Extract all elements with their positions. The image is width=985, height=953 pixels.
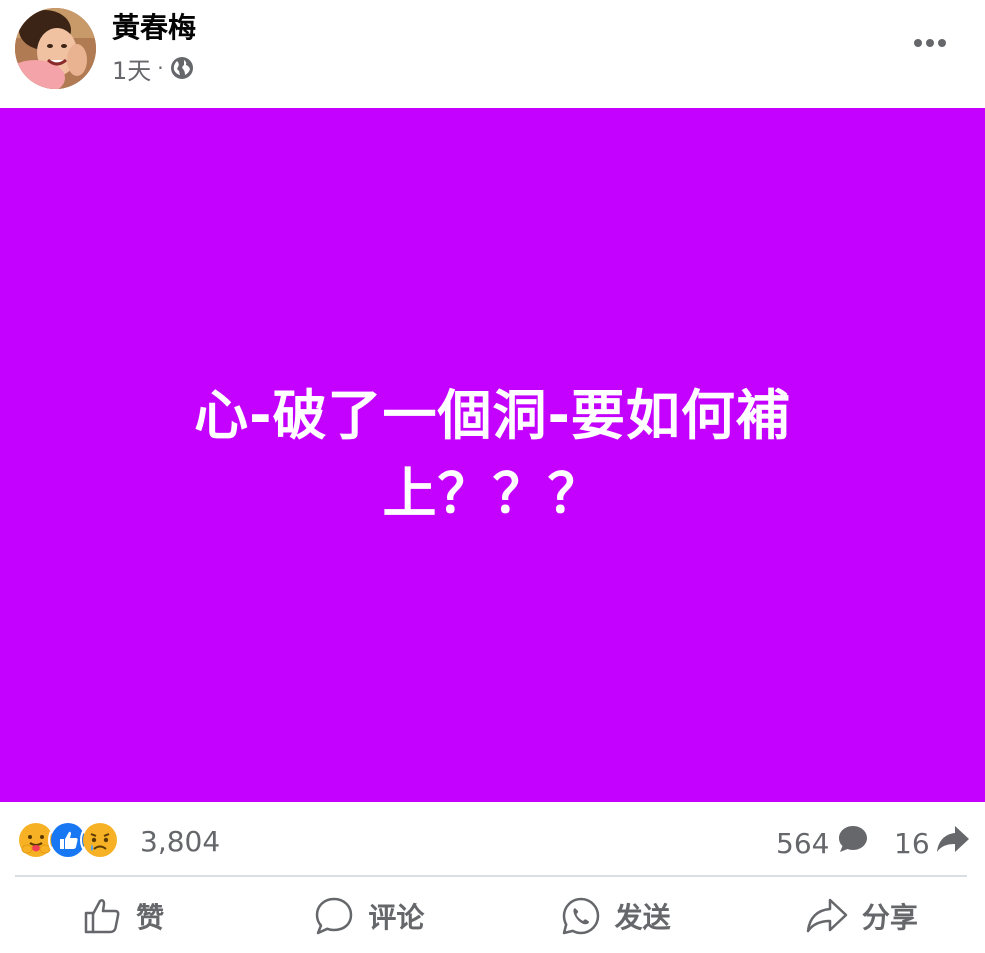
sad-reaction-icon [80, 820, 120, 860]
post-text: 心-破了一個洞-要如何補 上？？？ [158, 377, 828, 533]
author-name[interactable]: 黃春梅 [112, 10, 196, 46]
comment-count-value: 564 [776, 826, 830, 860]
comment-bubble-icon [837, 824, 869, 863]
post-stats: 3,804 564 16 [0, 802, 985, 876]
comment-icon [314, 896, 354, 936]
divider [15, 875, 967, 877]
facebook-post: 黃春梅 1天 · 心-破了一個洞-要如何補 上？？？ 3,804 564 16 … [0, 0, 985, 953]
reaction-count[interactable]: 3,804 [140, 824, 220, 860]
thumbs-up-icon [82, 896, 122, 936]
share-icon [806, 896, 848, 936]
more-options-icon[interactable] [906, 26, 954, 60]
share-arrow-icon [936, 824, 970, 863]
send-button[interactable]: 发送 [493, 878, 739, 953]
share-count-value: 16 [894, 826, 930, 860]
avatar[interactable] [15, 8, 96, 89]
like-button[interactable]: 赞 [0, 878, 246, 953]
post-header: 黃春梅 1天 · [0, 0, 985, 108]
whatsapp-icon [561, 896, 601, 936]
like-label: 赞 [136, 900, 165, 934]
globe-icon [170, 56, 194, 80]
action-bar: 赞 评论 发送 分享 [0, 878, 985, 953]
post-background: 心-破了一個洞-要如何補 上？？？ [0, 108, 985, 802]
meta-separator: · [157, 56, 164, 80]
post-meta: 1天 · [112, 54, 194, 85]
comment-label: 评论 [368, 900, 425, 934]
post-text-line-1: 心-破了一個洞-要如何補 [194, 384, 791, 447]
post-text-line-2: 上？？？ [382, 462, 603, 525]
reaction-icons[interactable] [16, 820, 120, 860]
share-button[interactable]: 分享 [739, 878, 985, 953]
share-label: 分享 [861, 900, 918, 934]
comment-button[interactable]: 评论 [246, 878, 492, 953]
send-label: 发送 [614, 900, 671, 934]
comment-count[interactable]: 564 [776, 824, 869, 863]
post-time[interactable]: 1天 [112, 51, 151, 86]
share-count[interactable]: 16 [894, 824, 970, 863]
